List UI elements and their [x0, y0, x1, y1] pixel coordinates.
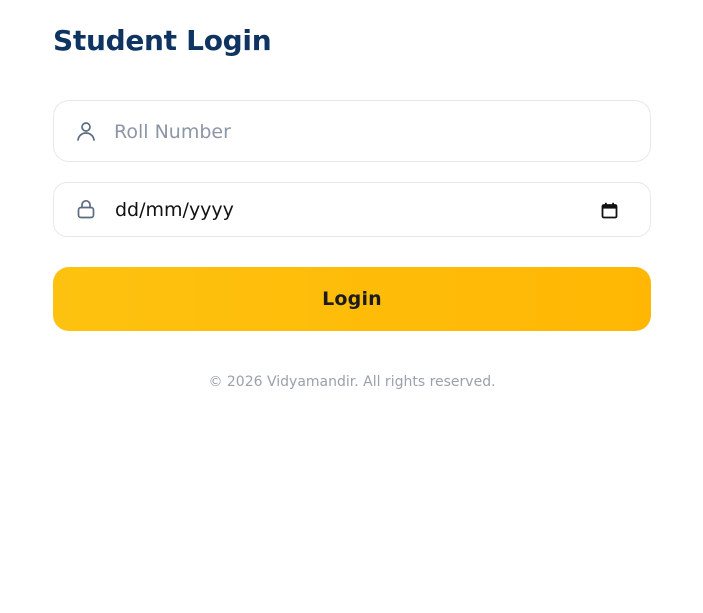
- lock-icon: [75, 198, 97, 220]
- roll-number-input[interactable]: [114, 119, 624, 145]
- page-title: Student Login: [53, 24, 272, 57]
- login-button[interactable]: Login: [53, 267, 651, 331]
- footer-copyright: © 2026 Vidyamandir. All rights reserved.: [208, 374, 496, 390]
- date-input-value[interactable]: dd/mm/yyyy: [115, 198, 234, 222]
- login-page: Student Login dd/mm/yyyy Login: [0, 0, 703, 613]
- roll-number-field[interactable]: [53, 100, 651, 162]
- calendar-icon[interactable]: [599, 200, 619, 220]
- date-of-birth-field[interactable]: dd/mm/yyyy: [53, 182, 651, 237]
- user-icon: [75, 120, 97, 142]
